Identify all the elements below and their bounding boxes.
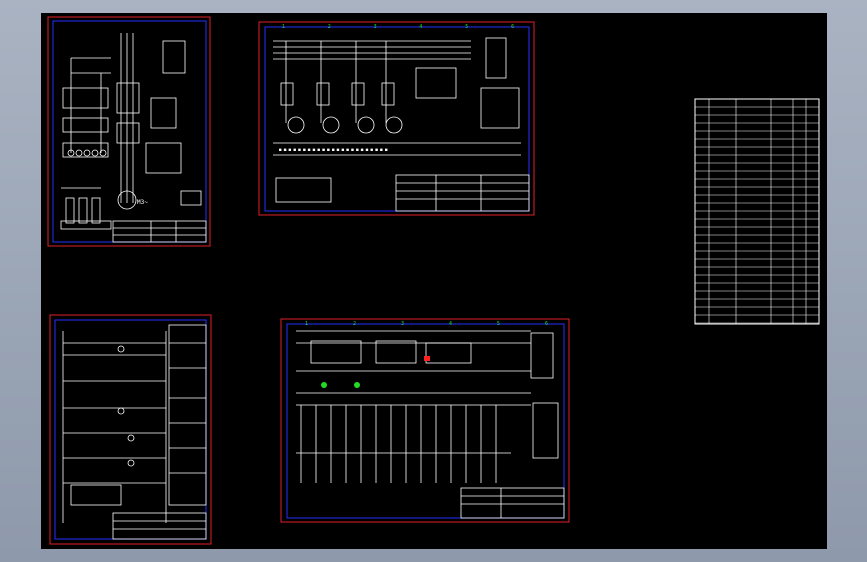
sheet-plc-wiring[interactable] — [280, 318, 570, 523]
svg-text:■ ■ ■ ■ ■ ■ ■ ■ ■ ■ ■ ■ ■ ■ ■: ■ ■ ■ ■ ■ ■ ■ ■ ■ ■ ■ ■ ■ ■ ■ ■ ■ ■ ■ ■ … — [279, 147, 388, 152]
sheet-parts-table[interactable] — [694, 98, 820, 325]
tick-label: 1 — [305, 321, 308, 327]
tick-label: 2 — [353, 321, 356, 327]
tick-label: 4 — [419, 24, 422, 30]
sheet-control-circuit[interactable] — [49, 314, 212, 545]
tick-label: 6 — [511, 24, 514, 30]
tick-label: 3 — [401, 321, 404, 327]
tick-label: 6 — [545, 321, 548, 327]
motor-label: M3~ — [137, 199, 148, 206]
tick-label: 2 — [328, 24, 331, 30]
tick-label: 5 — [497, 321, 500, 327]
tick-label: 4 — [449, 321, 452, 327]
cad-drawing-canvas[interactable]: M3~ ■ ■ ■ ■ ■ ■ ■ ■ ■ ■ ■ ■ ■ ■ ■ ■ ■ ■ … — [41, 13, 827, 549]
sheet-main-circuit[interactable]: M3~ — [47, 16, 211, 247]
tick-label: 1 — [282, 24, 285, 30]
sheet-distribution[interactable]: ■ ■ ■ ■ ■ ■ ■ ■ ■ ■ ■ ■ ■ ■ ■ ■ ■ ■ ■ ■ … — [258, 21, 535, 216]
tick-label: 3 — [374, 24, 377, 30]
tick-label: 5 — [465, 24, 468, 30]
